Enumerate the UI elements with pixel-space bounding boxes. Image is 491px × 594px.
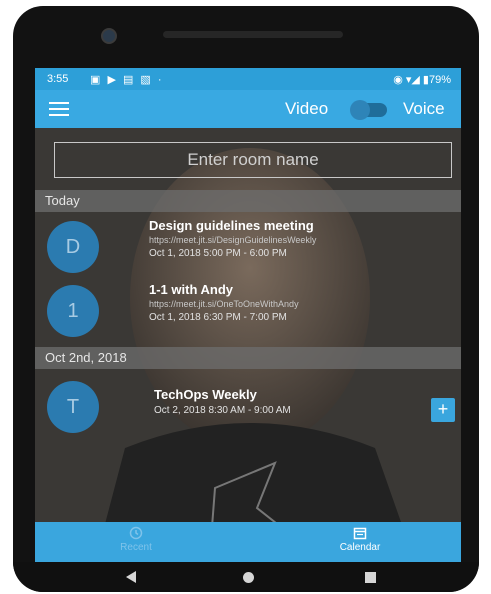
home-icon[interactable] [243, 572, 254, 583]
video-label: Video [285, 99, 329, 118]
meeting-time: Oct 1, 2018 5:00 PM - 6:00 PM [149, 248, 287, 259]
phone-frame: 3:55 ▣ ▶ ▤ ▧ · ◉ ▾◢ ▮79% Video Voice Tod… [13, 6, 479, 592]
app-bar: Video Voice [35, 90, 461, 128]
tab-recent-label: Recent [120, 542, 152, 553]
status-time: 3:55 [47, 73, 69, 85]
add-to-calendar-button[interactable]: + [431, 398, 455, 422]
front-camera [101, 28, 117, 44]
system-navigation-bar [13, 562, 479, 592]
meeting-item[interactable]: 1 1-1 with Andy https://meet.jit.si/OneT… [35, 277, 461, 343]
section-header-oct-2: Oct 2nd, 2018 [35, 347, 461, 369]
toggle-knob [350, 100, 370, 120]
tab-recent[interactable]: Recent [81, 526, 191, 553]
battery-wifi-status: ◉ ▾◢ ▮79% [393, 74, 451, 86]
app-screen: 3:55 ▣ ▶ ▤ ▧ · ◉ ▾◢ ▮79% Video Voice Tod… [35, 68, 461, 562]
meeting-title: Design guidelines meeting [149, 218, 314, 233]
meeting-url: https://meet.jit.si/DesignGuidelinesWeek… [149, 235, 317, 245]
tab-calendar[interactable]: Calendar [305, 526, 415, 553]
meeting-avatar: D [47, 221, 99, 273]
room-name-input[interactable] [54, 142, 452, 178]
meeting-title: 1-1 with Andy [149, 282, 234, 297]
calendar-icon [353, 527, 367, 540]
status-bar: 3:55 ▣ ▶ ▤ ▧ · ◉ ▾◢ ▮79% [35, 68, 461, 90]
notification-icons: ▣ ▶ ▤ ▧ · [90, 74, 164, 86]
meeting-avatar: 1 [47, 285, 99, 337]
meeting-time: Oct 2, 2018 8:30 AM - 9:00 AM [154, 405, 291, 416]
meeting-avatar: T [47, 381, 99, 433]
meeting-item[interactable]: T TechOps Weekly Oct 2, 2018 8:30 AM - 9… [35, 373, 461, 439]
meeting-title: TechOps Weekly [154, 387, 257, 402]
recent-apps-icon[interactable] [365, 572, 376, 583]
video-voice-toggle[interactable] [350, 100, 387, 120]
meeting-url: https://meet.jit.si/OneToOneWithAndy [149, 299, 299, 309]
tab-calendar-label: Calendar [339, 542, 381, 553]
section-header-today: Today [35, 190, 461, 212]
meeting-time: Oct 1, 2018 6:30 PM - 7:00 PM [149, 312, 287, 323]
hamburger-menu-icon[interactable] [49, 102, 69, 116]
bottom-tab-bar: Recent Calendar [35, 522, 461, 562]
back-icon[interactable] [126, 571, 136, 583]
history-icon [129, 526, 143, 540]
meeting-item[interactable]: D Design guidelines meeting https://meet… [35, 213, 461, 279]
voice-label: Voice [403, 99, 445, 118]
earpiece-speaker [163, 31, 343, 38]
